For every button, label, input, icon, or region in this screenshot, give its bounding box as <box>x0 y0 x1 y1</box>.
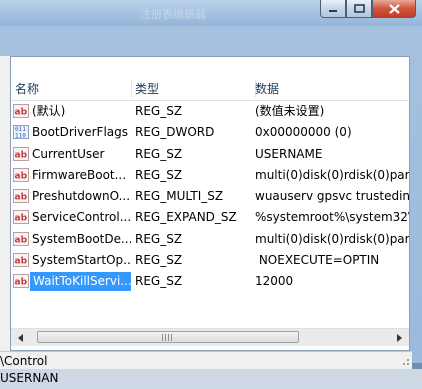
column-header: 名称 类型 数据 <box>11 78 409 101</box>
arrow-right-icon <box>396 333 402 342</box>
value-row[interactable]: 011 110 BootDriverFlags REG_DWORD 0x00000000… <box>11 122 409 143</box>
value-name-label: SystemBootDe... <box>32 231 131 246</box>
svg-text:ab: ab <box>15 278 28 288</box>
value-row[interactable]: ab (默认) REG_SZ (数值未设置) <box>11 101 409 122</box>
value-data-cell: USERNAME <box>255 146 323 161</box>
string-value-icon: ab <box>13 167 29 182</box>
svg-text:ab: ab <box>15 108 28 118</box>
title-bar: 注册表编辑器 <box>0 0 422 26</box>
value-type-cell: REG_SZ <box>135 104 183 118</box>
value-type-cell: REG_SZ <box>135 231 183 246</box>
value-name-cell[interactable]: ab SystemStartOp... <box>13 250 131 271</box>
resize-grip-icon[interactable] <box>400 351 410 369</box>
scroll-left-button[interactable] <box>12 330 29 345</box>
value-row[interactable]: ab FirmwareBoot... REG_SZ multi(0)disk(0)rd… <box>11 165 409 186</box>
scrollbar-thumb[interactable] <box>37 331 299 343</box>
close-icon <box>388 3 400 14</box>
minimize-icon <box>329 9 337 12</box>
taskbar-strip <box>0 369 422 389</box>
arrow-left-icon <box>17 333 23 342</box>
status-path: \Control <box>0 354 48 368</box>
value-row[interactable]: ab ServiceControl... REG_EXPAND_SZ %systemr… <box>11 207 409 228</box>
svg-text:ab: ab <box>15 257 28 267</box>
value-type-cell: REG_SZ <box>135 274 183 289</box>
taskbar-text: USERNAN <box>0 371 59 385</box>
value-type-cell: REG_EXPAND_SZ <box>135 210 237 225</box>
value-name-cell[interactable]: ab SystemBootDe... <box>13 229 131 250</box>
grip-icon <box>162 334 174 341</box>
value-name-label: FirmwareBoot... <box>32 167 127 182</box>
svg-text:ab: ab <box>15 193 28 203</box>
status-bar: \Control <box>0 351 412 370</box>
string-value-icon: ab <box>13 104 29 118</box>
svg-text:ab: ab <box>15 150 28 160</box>
maximize-icon <box>353 4 365 13</box>
value-name-cell[interactable]: 011 110 BootDriverFlags <box>13 122 131 143</box>
window-title: 注册表编辑器 <box>140 8 206 21</box>
column-type-header[interactable]: 类型 <box>131 78 255 100</box>
value-type-cell: REG_SZ <box>135 167 183 182</box>
value-data-cell: 0x00000000 (0) <box>255 125 352 140</box>
window-frame: 名称 类型 数据 ab (默认) REG_SZ (数值未设置) 011 110 BootDr… <box>0 26 422 389</box>
binary-value-icon: 011110 <box>13 125 29 140</box>
value-name-cell[interactable]: ab CurrentUser <box>13 144 131 165</box>
value-type-cell: REG_MULTI_SZ <box>135 189 224 204</box>
value-data-cell: (数值未设置) <box>255 104 325 118</box>
value-name-label: (默认) <box>32 104 66 118</box>
value-row[interactable]: ab WaitToKillServi... REG_SZ 12000 <box>11 271 409 293</box>
svg-text:ab: ab <box>15 235 28 245</box>
window-controls <box>320 0 416 18</box>
value-rows: ab (默认) REG_SZ (数值未设置) 011 110 BootDriverFlags… <box>11 101 409 293</box>
value-name-label: WaitToKillServi... <box>29 271 131 293</box>
values-list-view[interactable]: 名称 类型 数据 ab (默认) REG_SZ (数值未设置) 011 110 BootDr… <box>10 56 410 351</box>
close-button[interactable] <box>372 0 416 18</box>
value-name-label: SystemStartOp... <box>32 253 131 268</box>
value-row[interactable]: ab CurrentUser REG_SZ USERNAME <box>11 144 409 165</box>
value-name-label: BootDriverFlags <box>32 125 129 140</box>
value-name-label: CurrentUser <box>32 146 105 161</box>
value-name-cell[interactable]: ab PreshutdownO... <box>13 186 131 207</box>
horizontal-scrollbar[interactable] <box>11 328 409 346</box>
svg-text:ab: ab <box>15 171 28 181</box>
string-value-icon: ab <box>13 210 29 225</box>
string-value-icon: ab <box>13 231 29 246</box>
string-value-icon: ab <box>13 274 29 289</box>
value-row[interactable]: ab SystemStartOp... REG_SZ NOEXECUTE=OPTIN <box>11 250 409 271</box>
value-type-cell: REG_DWORD <box>135 125 215 140</box>
value-type-cell: REG_SZ <box>135 146 183 161</box>
string-value-icon: ab <box>13 146 29 161</box>
value-name-cell[interactable]: ab FirmwareBoot... <box>13 165 131 186</box>
value-name-cell[interactable]: ab WaitToKillServi... <box>13 271 131 293</box>
value-data-cell: 12000 <box>255 274 294 289</box>
value-name-label: PreshutdownO... <box>32 189 131 204</box>
value-name-cell[interactable]: ab (默认) <box>13 101 131 122</box>
value-data-cell: wuauserv gpsvc trustedinst <box>255 189 409 204</box>
column-name-header[interactable]: 名称 <box>11 78 131 100</box>
value-name-cell[interactable]: ab ServiceControl... <box>13 207 131 228</box>
value-type-cell: REG_SZ <box>135 253 183 268</box>
maximize-button[interactable] <box>346 0 372 18</box>
column-data-header[interactable]: 数据 <box>251 78 409 100</box>
value-row[interactable]: ab SystemBootDe... REG_SZ multi(0)disk(0)rd… <box>11 229 409 250</box>
value-data-cell: multi(0)disk(0)rdisk(0)partit <box>255 231 409 246</box>
value-data-cell: %systemroot%\system32\s <box>255 210 409 225</box>
value-data-cell: NOEXECUTE=OPTIN <box>255 253 380 268</box>
value-name-label: ServiceControl... <box>32 210 131 225</box>
value-data-cell: multi(0)disk(0)rdisk(0)partit <box>255 167 409 182</box>
value-row[interactable]: ab PreshutdownO... REG_MULTI_SZ wuauserv gp… <box>11 186 409 207</box>
svg-text:110: 110 <box>15 133 26 140</box>
string-value-icon: ab <box>13 189 29 204</box>
scroll-right-button[interactable] <box>391 330 408 345</box>
tree-pane-edge[interactable] <box>0 56 10 351</box>
string-value-icon: ab <box>13 253 29 268</box>
svg-text:ab: ab <box>15 214 28 224</box>
minimize-button[interactable] <box>320 0 346 18</box>
